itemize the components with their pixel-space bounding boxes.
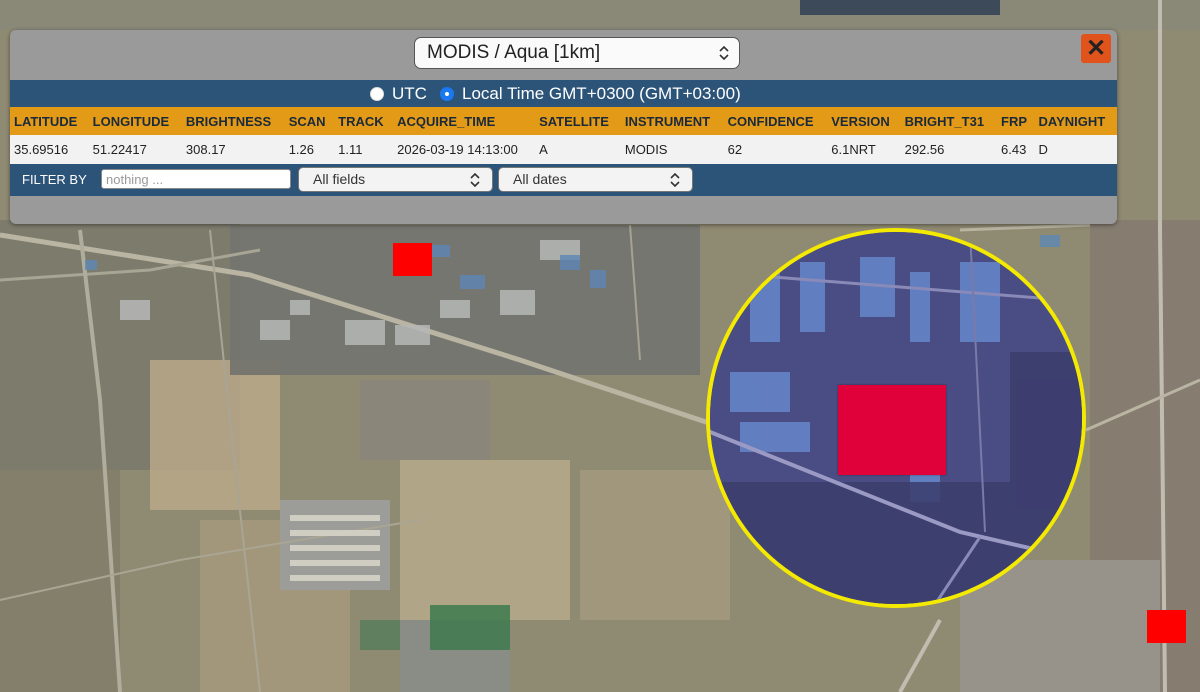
table-cell: 6.1NRT <box>827 135 901 164</box>
fire-data-popup: MODIS / Aqua [1km] ✕ UTC Local Time GMT+… <box>10 30 1117 224</box>
filter-label: FILTER BY <box>22 172 87 187</box>
col-header[interactable]: ACQUIRE_TIME <box>393 107 536 135</box>
field-select[interactable]: All fields <box>298 167 493 192</box>
data-source-select-label: MODIS / Aqua [1km] <box>427 42 601 63</box>
table-cell: MODIS <box>620 135 724 164</box>
col-header[interactable]: DAYNIGHT <box>1034 107 1117 135</box>
table-cell: 35.69516 <box>10 135 89 164</box>
col-header[interactable]: LATITUDE <box>10 107 89 135</box>
table-cell: 292.56 <box>900 135 998 164</box>
col-header[interactable]: TRACK <box>334 107 394 135</box>
date-select[interactable]: All dates <box>498 167 693 192</box>
select-updown-icon <box>670 173 680 187</box>
table-cell: A <box>535 135 621 164</box>
col-header[interactable]: FRP <box>997 107 1035 135</box>
table-cell: D <box>1034 135 1117 164</box>
fire-marker[interactable] <box>393 243 432 276</box>
select-updown-icon <box>470 173 480 187</box>
filter-input[interactable] <box>101 169 291 189</box>
filter-bar: FILTER BY All fields All dates <box>10 164 1117 196</box>
data-source-select[interactable]: MODIS / Aqua [1km] <box>414 37 740 69</box>
col-header[interactable]: BRIGHT_T31 <box>900 107 998 135</box>
fire-marker-magnified[interactable] <box>838 385 946 475</box>
close-button[interactable]: ✕ <box>1081 34 1111 63</box>
table-row[interactable]: 35.69516 51.22417 308.17 1.26 1.11 2026-… <box>10 135 1117 164</box>
col-header[interactable]: INSTRUMENT <box>620 107 724 135</box>
table-cell: 51.22417 <box>88 135 182 164</box>
fire-marker[interactable] <box>1147 610 1186 643</box>
table-cell: 308.17 <box>181 135 285 164</box>
local-time-radio-label: Local Time GMT+0300 (GMT+03:00) <box>462 84 741 103</box>
col-header[interactable]: SCAN <box>284 107 335 135</box>
col-header[interactable]: CONFIDENCE <box>723 107 828 135</box>
table-cell: 2026-03-19 14:13:00 <box>393 135 536 164</box>
select-updown-icon <box>719 46 729 60</box>
time-zone-selector: UTC Local Time GMT+0300 (GMT+03:00) <box>10 80 1117 107</box>
fire-data-table: LATITUDE LONGITUDE BRIGHTNESS SCAN TRACK… <box>10 107 1117 164</box>
table-header-row: LATITUDE LONGITUDE BRIGHTNESS SCAN TRACK… <box>10 107 1117 135</box>
table-cell: 62 <box>723 135 828 164</box>
radio-unchecked-icon <box>370 87 384 101</box>
table-cell: 1.11 <box>334 135 394 164</box>
table-cell: 6.43 <box>997 135 1035 164</box>
col-header[interactable]: VERSION <box>827 107 901 135</box>
radio-checked-icon <box>440 87 454 101</box>
date-select-label: All dates <box>513 171 567 187</box>
col-header[interactable]: LONGITUDE <box>88 107 182 135</box>
utc-radio-label: UTC <box>392 84 427 103</box>
table-cell: 1.26 <box>284 135 335 164</box>
col-header[interactable]: BRIGHTNESS <box>181 107 285 135</box>
field-select-label: All fields <box>313 171 366 187</box>
col-header[interactable]: SATELLITE <box>535 107 621 135</box>
